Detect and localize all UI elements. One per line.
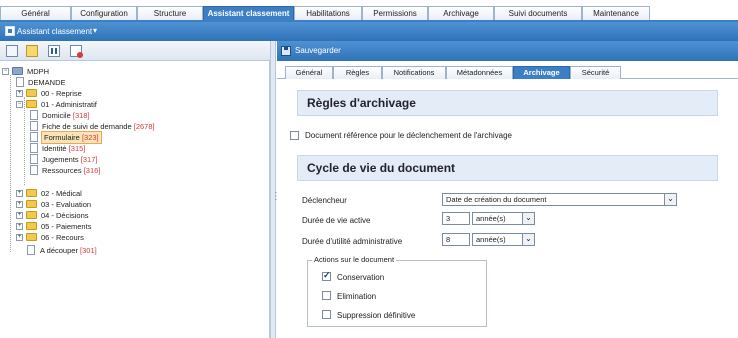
- panel-splitter[interactable]: [270, 41, 281, 338]
- duree-active-unit-select[interactable]: année(s) ⌄: [472, 212, 535, 225]
- declencheur-label: Déclencheur: [302, 196, 347, 205]
- tab-archivage[interactable]: Archivage: [428, 6, 494, 20]
- subtab-archivage[interactable]: Archivage: [513, 66, 570, 79]
- elimination-label: Elimination: [337, 292, 377, 301]
- chevron-down-icon[interactable]: ▾: [93, 26, 97, 35]
- new-folder-icon[interactable]: [6, 45, 18, 57]
- chevron-down-icon: ⌄: [522, 234, 534, 245]
- duree-admin-unit-select[interactable]: année(s) ⌄: [472, 233, 535, 246]
- tab-maintenance[interactable]: Maintenance: [582, 6, 650, 20]
- subtab-securite[interactable]: Sécurité: [570, 66, 621, 79]
- assistant-menu-bar: Assistant classement ▾: [0, 22, 738, 41]
- chevron-down-icon: ⌄: [664, 194, 676, 205]
- tab-configuration[interactable]: Configuration: [71, 6, 137, 20]
- top-tab-bar: Général Configuration Structure Assistan…: [0, 0, 738, 22]
- detail-toolbar: Sauvegarder: [277, 41, 738, 61]
- cycle-section-title: Cycle de vie du document: [297, 155, 718, 181]
- subtab-metadonnees[interactable]: Métadonnées: [446, 66, 513, 79]
- tree-toolbar: [0, 41, 270, 61]
- save-icon: [281, 46, 291, 56]
- suppression-label: Suppression définitive: [337, 311, 416, 320]
- chevron-down-icon: ⌄: [522, 213, 534, 224]
- columns-icon[interactable]: [48, 45, 60, 57]
- duree-admin-input[interactable]: 8: [442, 233, 470, 246]
- save-label: Sauvegarder: [295, 46, 341, 55]
- doc-ref-label: Document référence pour le déclenchement…: [305, 131, 512, 140]
- duree-admin-label: Durée d'utilité administrative: [302, 237, 403, 246]
- doc-ref-checkbox[interactable]: [290, 131, 299, 140]
- elimination-checkbox[interactable]: [322, 291, 331, 300]
- tab-permissions[interactable]: Permissions: [362, 6, 428, 20]
- assistant-menu-label[interactable]: Assistant classement: [17, 27, 92, 36]
- suppression-checkbox[interactable]: [322, 310, 331, 319]
- subtab-general[interactable]: Général: [285, 66, 333, 79]
- save-button[interactable]: Sauvegarder: [281, 44, 341, 58]
- tab-structure[interactable]: Structure: [137, 6, 203, 20]
- duree-active-label: Durée de vie active: [302, 216, 371, 225]
- detail-tab-bar: Général Règles Notifications Métadonnées…: [277, 63, 738, 79]
- assistant-icon: [5, 26, 15, 36]
- duree-active-input[interactable]: 3: [442, 212, 470, 225]
- actions-legend: Actions sur le document: [312, 255, 397, 264]
- conservation-checkbox[interactable]: [322, 270, 331, 281]
- rules-section-title: Règles d'archivage: [297, 90, 718, 116]
- delete-icon[interactable]: [70, 45, 83, 58]
- tab-assistant-classement[interactable]: Assistant classement: [203, 6, 294, 20]
- tab-habilitations[interactable]: Habilitations: [294, 6, 362, 20]
- tree-panel: − MDPH DEMANDE + 00 - Reprise − 01 - Adm…: [0, 41, 270, 338]
- subtab-notifications[interactable]: Notifications: [382, 66, 446, 79]
- conservation-label: Conservation: [337, 273, 385, 282]
- subtab-regles[interactable]: Règles: [333, 66, 382, 79]
- tab-general[interactable]: Général: [0, 6, 71, 20]
- detail-panel: Sauvegarder Général Règles Notifications…: [277, 41, 738, 338]
- tab-suivi-documents[interactable]: Suivi documents: [494, 6, 582, 20]
- add-item-icon[interactable]: [26, 45, 38, 57]
- declencheur-select[interactable]: Date de création du document ⌄: [442, 193, 677, 206]
